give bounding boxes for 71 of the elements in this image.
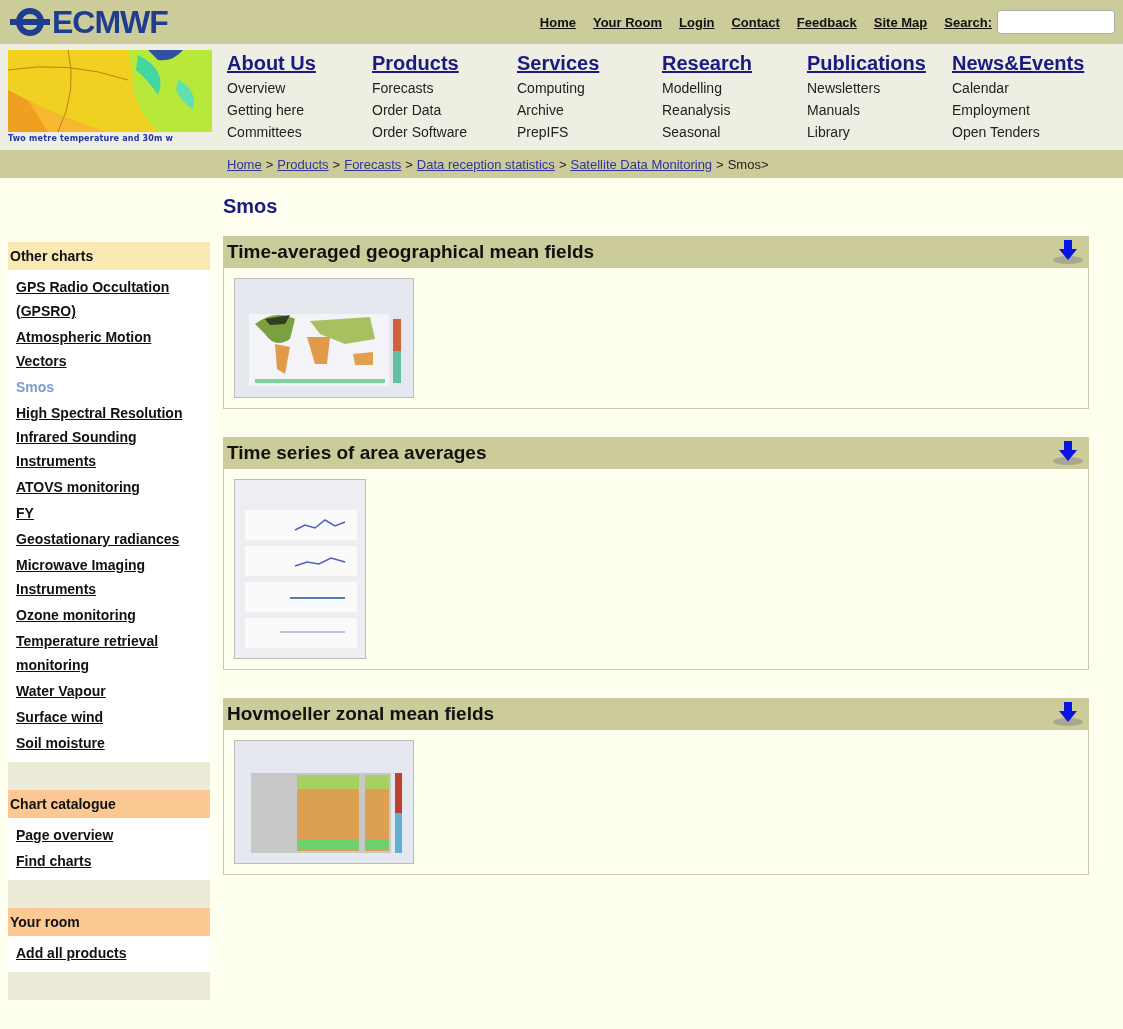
breadcrumb-link[interactable]: Satellite Data Monitoring: [570, 156, 713, 172]
search-field[interactable]: [997, 10, 1115, 34]
breadcrumb-link[interactable]: Home: [227, 156, 262, 172]
top-nav-link[interactable]: Your Room: [592, 14, 663, 30]
nav-link[interactable]: Overview: [227, 77, 372, 99]
breadcrumb-link[interactable]: Data reception statistics: [416, 156, 555, 172]
sidebar-link[interactable]: Ozone monitoring: [16, 602, 202, 628]
breadcrumb-separator: >: [405, 156, 413, 172]
sidebar-link[interactable]: Microwave Imaging Instruments: [16, 552, 202, 602]
sidebar-link[interactable]: High Spectral Resolution Infrared Sounding Instruments: [16, 400, 202, 474]
nav-heading-link[interactable]: Research: [662, 52, 807, 75]
panel-header: Chart catalogue: [8, 790, 210, 818]
breadcrumb-separator: >: [265, 156, 274, 172]
page-title: Smos: [223, 195, 279, 218]
nav-link[interactable]: Manuals: [807, 99, 952, 121]
breadcrumb-current: Smos>: [727, 156, 769, 172]
top-nav-link[interactable]: Login: [679, 14, 715, 30]
top-nav-link[interactable]: Contact: [731, 14, 780, 30]
sidebar-link[interactable]: Soil moisture: [16, 730, 202, 756]
breadcrumb-separator: >: [332, 156, 341, 172]
top-nav-link[interactable]: Site Map: [873, 14, 928, 30]
nav-link[interactable]: Order Software: [372, 121, 517, 143]
nav-link[interactable]: Reanalysis: [662, 99, 807, 121]
nav-heading-link[interactable]: Publications: [807, 52, 952, 75]
nav-link[interactable]: Forecasts: [372, 77, 517, 99]
logo-icon: [8, 7, 52, 37]
panel-header: Your room: [8, 908, 210, 936]
breadcrumb-link[interactable]: Forecasts: [344, 156, 402, 172]
nav-link[interactable]: Computing: [517, 77, 662, 99]
breadcrumb-separator: >: [716, 156, 724, 172]
logo-text: ECMWF: [52, 3, 168, 41]
breadcrumb-link[interactable]: Products: [277, 156, 329, 172]
nav-link[interactable]: Seasonal: [662, 121, 807, 143]
nav-link[interactable]: Committees: [227, 121, 372, 143]
nav-link[interactable]: Getting here: [227, 99, 372, 121]
nav-heading-link[interactable]: News&Events: [952, 52, 1097, 75]
nav-link[interactable]: PrepIFS: [517, 121, 662, 143]
nav-link[interactable]: Newsletters: [807, 77, 952, 99]
nav-link[interactable]: Library: [807, 121, 952, 143]
sidebar-link[interactable]: Find charts: [16, 848, 202, 874]
section-title: Time series of area averages: [227, 442, 487, 464]
nav-link[interactable]: Open Tenders: [952, 121, 1097, 143]
top-nav-link[interactable]: Feedback: [796, 14, 857, 30]
breadcrumb-separator: >: [558, 156, 567, 172]
nav-link[interactable]: Archive: [517, 99, 662, 121]
panel-header: Other charts: [8, 242, 210, 270]
banner-caption: Two metre temperature and 30m w: [8, 134, 175, 143]
nav-link[interactable]: Modelling: [662, 77, 807, 99]
sidebar-link[interactable]: Geostationary radiances: [16, 526, 202, 552]
nav-link[interactable]: Employment: [952, 99, 1097, 121]
nav-link[interactable]: Order Data: [372, 99, 517, 121]
section-title: Hovmoeller zonal mean fields: [227, 703, 495, 725]
download-icon[interactable]: [1051, 440, 1085, 466]
sidebar-link[interactable]: Page overview: [16, 822, 202, 848]
nav-heading-link[interactable]: About Us: [227, 52, 372, 75]
nav-heading-link[interactable]: Services: [517, 52, 662, 75]
sidebar-link[interactable]: ATOVS monitoring: [16, 474, 202, 500]
sidebar-link[interactable]: FY: [16, 500, 202, 526]
section-title: Time-averaged geographical mean fields: [227, 241, 595, 263]
nav-link[interactable]: Calendar: [952, 77, 1097, 99]
download-icon[interactable]: [1051, 701, 1085, 727]
sidebar-link[interactable]: Water Vapour: [16, 678, 202, 704]
nav-heading-link[interactable]: Products: [372, 52, 517, 75]
search-label: Search:: [944, 14, 992, 30]
sidebar-link[interactable]: Temperature retrieval monitoring: [16, 628, 202, 678]
top-nav-link[interactable]: Home: [539, 14, 576, 30]
sidebar-link[interactable]: GPS Radio Occultation (GPSRO): [16, 274, 202, 324]
sidebar-link[interactable]: Atmospheric Motion Vectors: [16, 324, 202, 374]
logo[interactable]: ECMWF: [8, 3, 168, 41]
download-icon[interactable]: [1051, 239, 1085, 265]
sidebar-link[interactable]: Surface wind: [16, 704, 202, 730]
